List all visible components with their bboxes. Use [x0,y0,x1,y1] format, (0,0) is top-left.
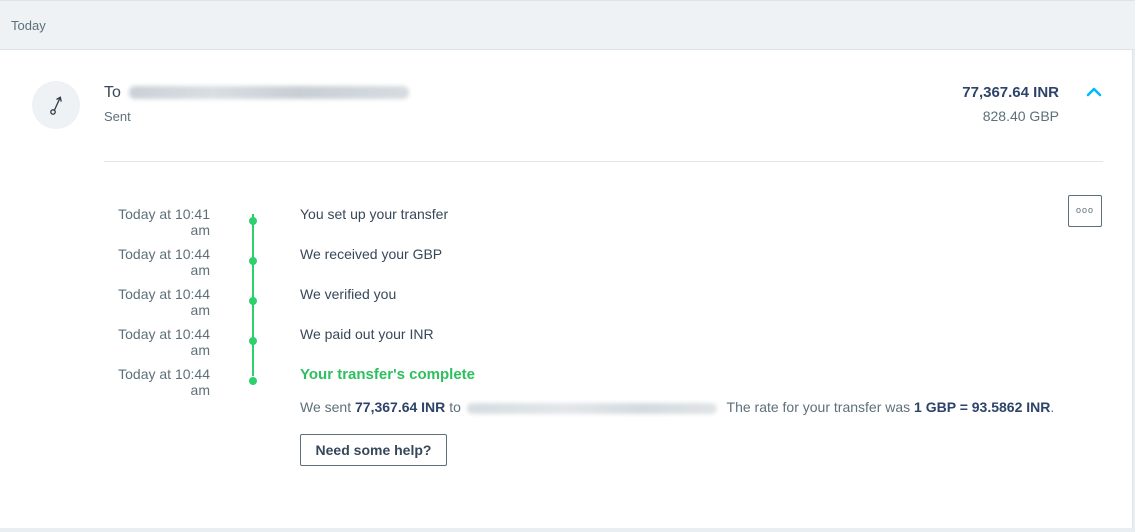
timeline-step: Today at 10:44 am We paid out your INR [0,326,1135,366]
step-time: Today at 10:44 am [118,366,210,398]
day-label: Today [11,18,46,33]
recipient-name-redacted [128,86,409,100]
summary-text: to [449,399,461,415]
recipient-line: To [104,84,409,102]
step-text: You set up your transfer [300,206,449,222]
transfer-status: Sent [104,109,131,124]
transfer-avatar [32,81,80,129]
recipient-name-redacted [466,402,717,414]
transfer-summary: We sent 77,367.64 INR to The rate for yo… [300,399,1054,415]
step-dot [249,217,257,225]
step-text: We verified you [300,286,397,302]
chevron-up-icon[interactable] [1085,85,1103,97]
timeline-step: Today at 10:44 am We received your GBP [0,246,1135,286]
need-help-button[interactable]: Need some help? [300,434,447,466]
step-dot [249,337,257,345]
step-text: We received your GBP [300,246,443,262]
divider [104,161,1103,162]
arrow-up-right-icon [50,96,62,115]
source-amount: 828.40 GBP [982,108,1059,124]
summary-text: The rate for your transfer was [726,399,911,415]
step-time: Today at 10:44 am [118,286,210,318]
transfer-card: To Sent 77,367.64 INR 828.40 GBP ooo Tod… [0,50,1133,528]
step-text-complete: Your transfer's complete [300,366,476,383]
step-time: Today at 10:44 am [118,326,210,358]
step-time: Today at 10:41 am [118,206,210,238]
to-prefix: To [104,84,121,101]
step-dot [249,377,257,385]
step-text: We paid out your INR [300,326,434,342]
summary-rate: 1 GBP = 93.5862 INR [914,399,1051,415]
day-header: Today [0,0,1135,50]
target-amount: 77,367.64 INR [962,84,1059,101]
step-time: Today at 10:44 am [118,246,210,278]
step-dot [249,257,257,265]
timeline-step: Today at 10:44 am We verified you [0,286,1135,326]
step-dot [249,297,257,305]
timeline-step: Today at 10:41 am You set up your transf… [0,206,1135,246]
summary-text: . [1050,399,1055,415]
summary-text: We sent [300,399,352,415]
summary-amount: 77,367.64 INR [355,399,446,415]
